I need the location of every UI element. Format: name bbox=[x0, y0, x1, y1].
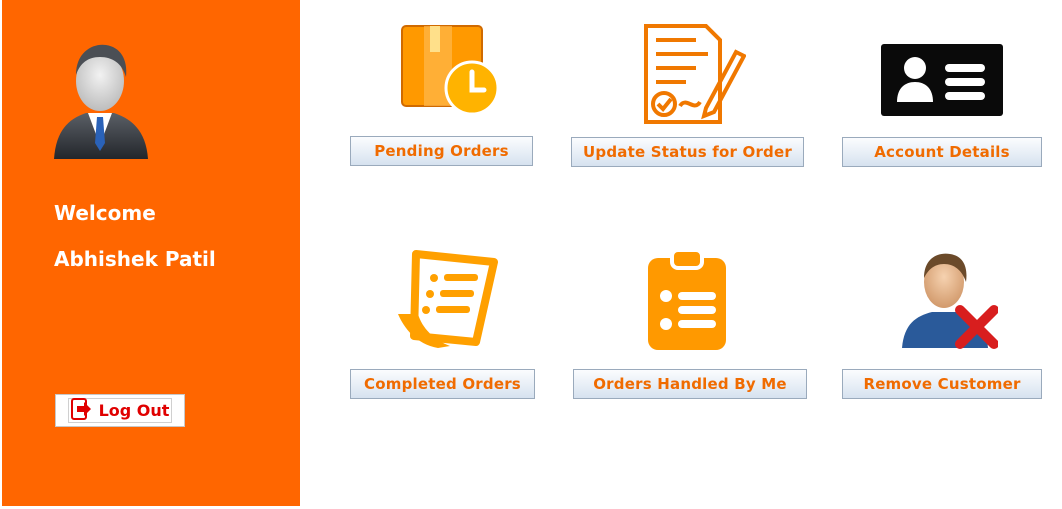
document-signature-icon bbox=[642, 22, 747, 130]
account-details-button[interactable]: Account Details bbox=[842, 137, 1042, 167]
logout-icon bbox=[70, 397, 93, 424]
clipboard-list-icon bbox=[646, 248, 728, 356]
pending-orders-button[interactable]: Pending Orders bbox=[350, 136, 533, 166]
orders-handled-button[interactable]: Orders Handled By Me bbox=[573, 369, 807, 399]
package-clock-icon bbox=[400, 24, 504, 120]
id-card-icon bbox=[881, 44, 1003, 120]
receipt-scroll-icon bbox=[394, 248, 498, 356]
welcome-text: Welcome bbox=[54, 201, 156, 225]
user-avatar-icon bbox=[50, 33, 150, 163]
sidebar: Welcome Abhishek Patil Log Out bbox=[2, 0, 300, 506]
remove-customer-button[interactable]: Remove Customer bbox=[842, 369, 1042, 399]
user-remove-icon bbox=[898, 248, 999, 356]
user-name: Abhishek Patil bbox=[54, 247, 216, 271]
logout-button-inner: Log Out bbox=[67, 397, 173, 424]
completed-orders-button[interactable]: Completed Orders bbox=[350, 369, 535, 399]
logout-button[interactable]: Log Out bbox=[55, 394, 185, 427]
update-status-button[interactable]: Update Status for Order bbox=[571, 137, 804, 167]
logout-label: Log Out bbox=[98, 401, 170, 420]
